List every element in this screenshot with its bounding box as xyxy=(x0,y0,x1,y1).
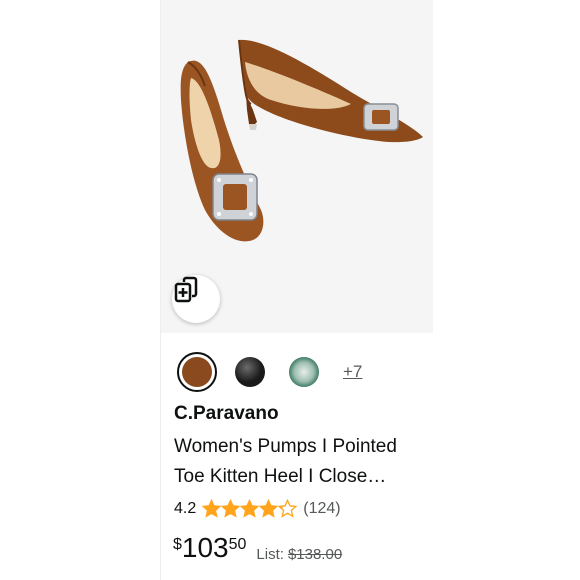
brand-name[interactable]: C.Paravano xyxy=(174,403,279,425)
product-title-line-1: Women's Pumps I Pointed xyxy=(174,436,397,457)
list-price-label: List: xyxy=(256,546,284,563)
rating-value: 4.2 xyxy=(174,499,197,517)
swatch-green[interactable] xyxy=(287,355,321,389)
product-title[interactable]: Women's Pumps I Pointed Toe Kitten Heel … xyxy=(174,432,429,492)
swatch-black[interactable] xyxy=(233,355,267,389)
view-in-3d-icon xyxy=(174,276,198,303)
star-icon xyxy=(278,499,298,518)
star-icon xyxy=(259,499,279,518)
product-image[interactable] xyxy=(161,0,433,333)
color-swatches: +7 xyxy=(177,352,362,392)
price-whole: 103 xyxy=(181,532,229,563)
view-in-3d-button[interactable] xyxy=(172,275,220,323)
star-icon xyxy=(202,499,222,518)
review-count[interactable]: (124) xyxy=(303,500,340,518)
right-shoe-image xyxy=(238,39,423,143)
star-rating xyxy=(202,499,298,518)
swatch-brown-thumbnail xyxy=(182,357,212,387)
product-title-line-2: Toe Kitten Heel I Close… xyxy=(174,466,387,487)
swatch-green-thumbnail xyxy=(289,357,319,387)
price-currency-symbol: $ xyxy=(173,536,182,553)
swatch-black-thumbnail xyxy=(235,357,265,387)
product-card[interactable]: +7 C.Paravano Women's Pumps I Pointed To… xyxy=(161,0,433,580)
rating-row[interactable]: 4.2 (124) xyxy=(174,499,341,518)
star-icon xyxy=(221,499,241,518)
more-colors-link[interactable]: +7 xyxy=(343,362,362,382)
star-icon xyxy=(240,499,260,518)
price-fraction: 50 xyxy=(228,536,247,553)
price-block: $ 103 50 List: $138.00 xyxy=(173,532,342,564)
swatch-brown[interactable] xyxy=(177,352,217,392)
list-price: $138.00 xyxy=(287,546,343,563)
